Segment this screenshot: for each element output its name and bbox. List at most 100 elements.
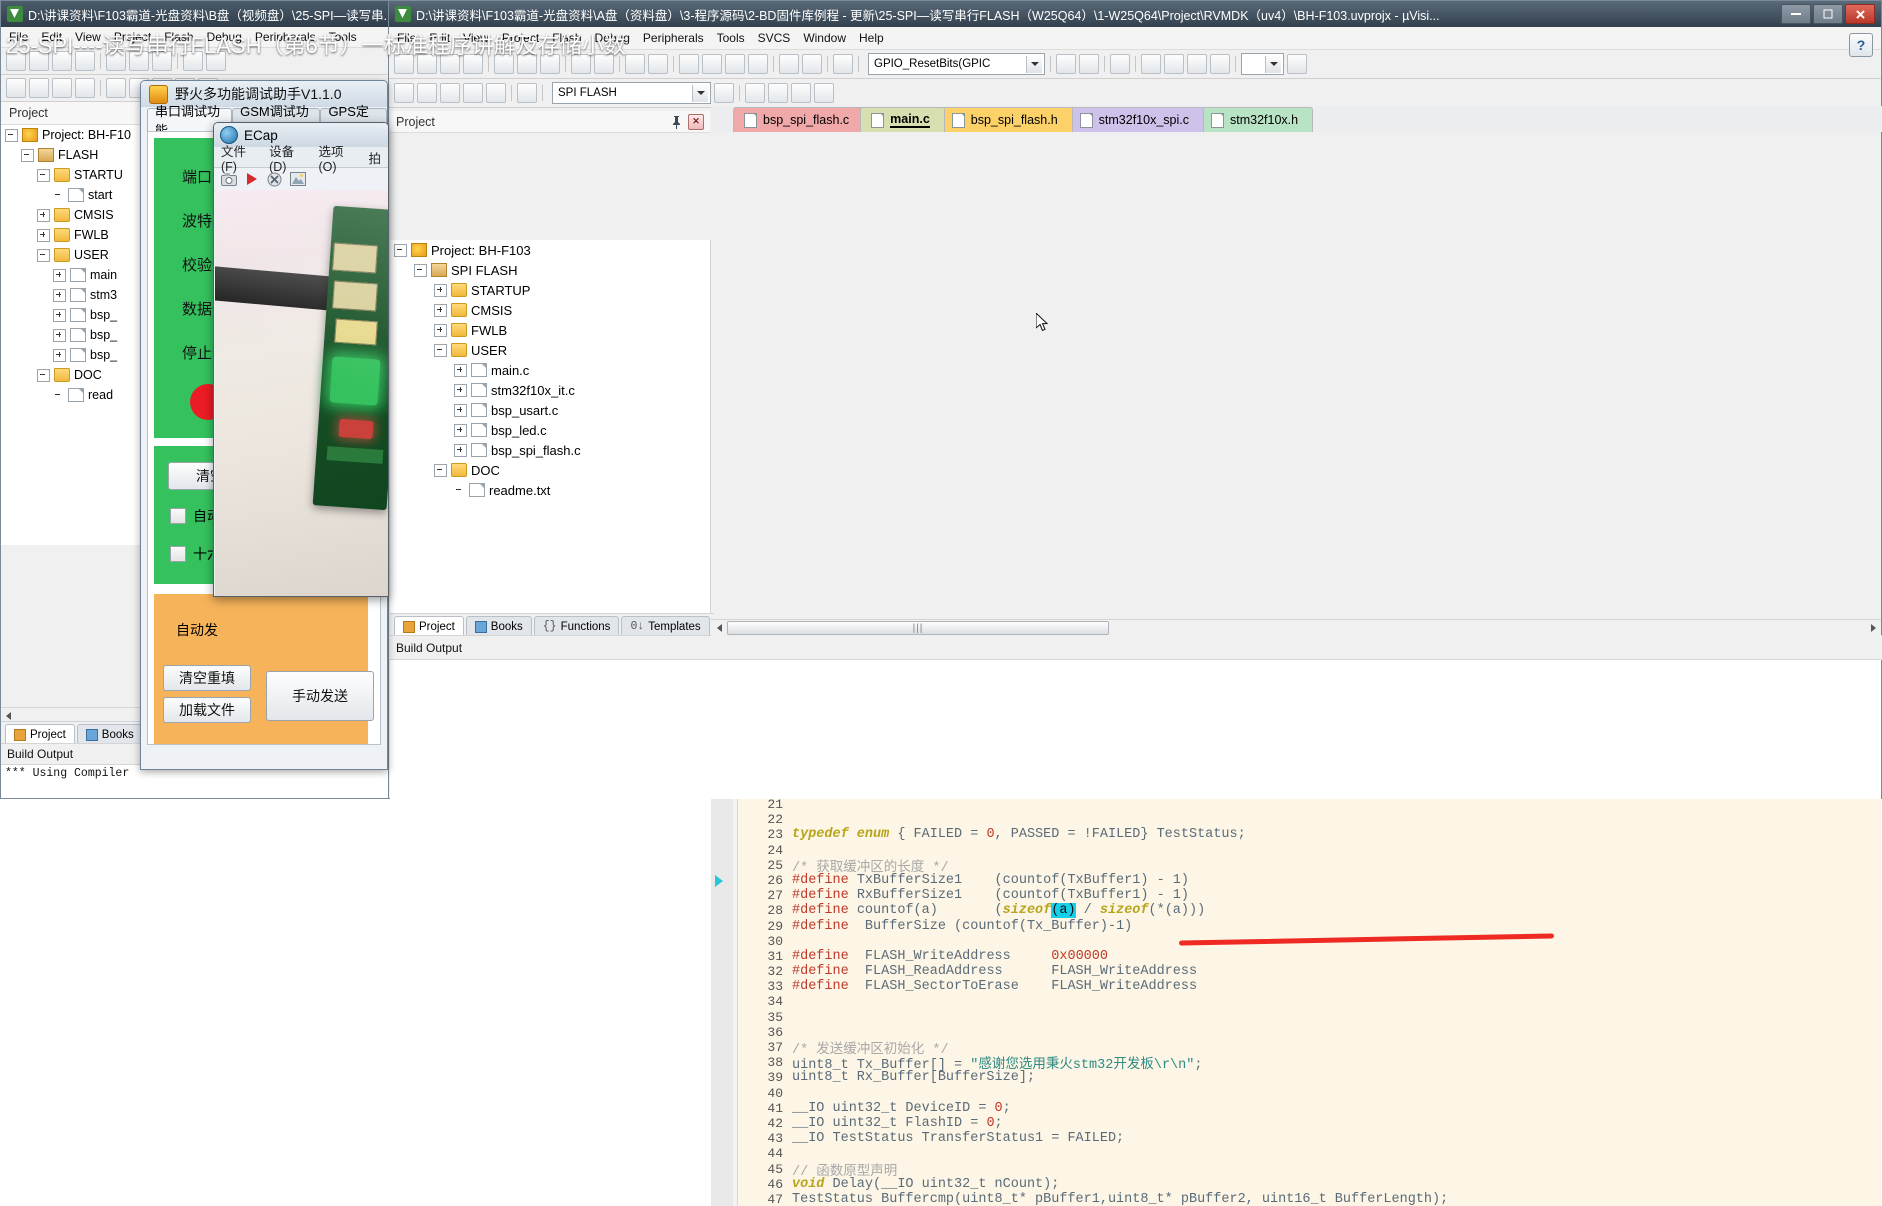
- hex-checkbox[interactable]: [170, 546, 186, 562]
- menu-flash[interactable]: Flash: [164, 30, 193, 44]
- menu-edit[interactable]: Edit: [429, 31, 450, 45]
- expand-icon[interactable]: [434, 283, 447, 297]
- save-icon[interactable]: [440, 54, 460, 74]
- menu-tools[interactable]: Tools: [717, 31, 745, 45]
- new-file-icon[interactable]: [6, 51, 26, 71]
- code-line-25[interactable]: 25/* 获取缓冲区的长度 */: [737, 858, 1881, 876]
- code-line-45[interactable]: 45// 函数原型声明: [737, 1161, 1881, 1180]
- target-combo[interactable]: SPI FLASH: [552, 82, 711, 104]
- window-keil-uvision[interactable]: D:\讲课资料\F103霸道-光盘资料\A盘（资料盘）\3-程序源码\2-BD固…: [388, 0, 1882, 1206]
- build-icon[interactable]: [106, 78, 126, 98]
- navigate-back-icon[interactable]: [625, 54, 645, 74]
- expand-icon[interactable]: [53, 328, 66, 342]
- tree-item-bsp-usart-c[interactable]: bsp_usart.c: [390, 400, 710, 420]
- bookmark-next-icon[interactable]: [29, 78, 49, 98]
- window2-menubar[interactable]: File Edit View Project Flash Debug Perip…: [389, 27, 1881, 57]
- find-in-files-icon[interactable]: [1079, 54, 1099, 74]
- bottom-tab-project[interactable]: Project: [5, 724, 75, 744]
- translate-icon[interactable]: [394, 83, 414, 103]
- batch-build-icon[interactable]: [463, 83, 483, 103]
- open-file-icon[interactable]: [417, 54, 437, 74]
- code-line-31[interactable]: 31 #define FLASH_WriteAddress 0x00000: [737, 949, 1881, 964]
- menu-file[interactable]: 文件(F): [221, 141, 259, 174]
- tree-item-doc[interactable]: DOC: [390, 460, 710, 480]
- scroll-left-arrow-icon[interactable]: [711, 621, 727, 635]
- bottom-tab-templates[interactable]: 0↓ Templates: [621, 616, 710, 636]
- expand-icon[interactable]: [454, 443, 467, 457]
- tree-item-startup[interactable]: STARTUP: [390, 280, 710, 300]
- menu-capture[interactable]: 拍: [368, 148, 381, 167]
- copy-icon[interactable]: [517, 54, 537, 74]
- undo-icon[interactable]: [571, 54, 591, 74]
- code-line-46[interactable]: 46 void Delay(__IO uint32_t nCount);: [737, 1177, 1881, 1192]
- chevron-down-icon[interactable]: [1265, 55, 1281, 73]
- expand-icon[interactable]: [53, 348, 66, 362]
- bookmark-prev-icon[interactable]: [725, 54, 745, 74]
- code-line-23[interactable]: 23 typedef enum { FAILED = 0, PASSED = !F…: [737, 827, 1881, 842]
- menu-flash[interactable]: Flash: [552, 31, 581, 45]
- tree-item-project-bh-f103[interactable]: Project: BH-F103: [390, 240, 710, 260]
- editor-hscrollbar[interactable]: |||: [711, 619, 1881, 636]
- menu-peripherals[interactable]: Peripherals: [255, 30, 316, 44]
- breakpoint-disable-icon[interactable]: [1164, 54, 1184, 74]
- code-line-27[interactable]: 27 #define RxBufferSize1 (countof(TxBuffe…: [737, 888, 1881, 903]
- image-icon[interactable]: [290, 171, 306, 187]
- redo-icon[interactable]: [206, 51, 226, 71]
- code-line-29[interactable]: 29 #define BufferSize (countof(Tx_Buffer)…: [737, 918, 1881, 934]
- manage-run-env-icon[interactable]: [814, 83, 834, 103]
- bookmark-clear-icon[interactable]: [75, 78, 95, 98]
- tree-item-spi-flash[interactable]: SPI FLASH: [390, 260, 710, 280]
- menu-debug[interactable]: Debug: [207, 30, 242, 44]
- code-line-42[interactable]: 42 __IO uint32_t FlashID = 0;: [737, 1116, 1881, 1131]
- collapse-icon[interactable]: [37, 368, 50, 382]
- code-line-39[interactable]: 39 uint8_t Rx_Buffer[BufferSize];: [737, 1070, 1881, 1085]
- collapse-icon[interactable]: [21, 148, 34, 162]
- close-button[interactable]: [1845, 4, 1875, 24]
- tree-item-user[interactable]: USER: [390, 340, 710, 360]
- editor-tab-stm32f10x-h[interactable]: stm32f10x.h: [1199, 107, 1314, 132]
- find-icon[interactable]: [1110, 54, 1130, 74]
- paste-icon[interactable]: [152, 51, 172, 71]
- start-debug-icon[interactable]: [833, 54, 853, 74]
- code-line-26[interactable]: 26 #define TxBufferSize1 (countof(TxBuffe…: [737, 873, 1881, 888]
- code-line-22[interactable]: 22: [737, 812, 1881, 827]
- paste-icon[interactable]: [540, 54, 560, 74]
- code-line-21[interactable]: 21: [737, 797, 1881, 812]
- window2-titlebar[interactable]: D:\讲课资料\F103霸道-光盘资料\A盘（资料盘）\3-程序源码\2-BD固…: [389, 1, 1881, 27]
- code-line-44[interactable]: 44: [737, 1146, 1881, 1161]
- menu-options[interactable]: 选项(O): [318, 141, 358, 174]
- bottom-tab-functions[interactable]: {} Functions: [533, 616, 620, 636]
- code-line-38[interactable]: 38 uint8_t Tx_Buffer[] = "感谢您选用秉火stm32开发板…: [737, 1055, 1881, 1073]
- undo-icon[interactable]: [183, 51, 203, 71]
- multi-project-icon[interactable]: [791, 83, 811, 103]
- insert-bookmark-icon[interactable]: [1056, 54, 1076, 74]
- code-line-47[interactable]: 47 TestStatus Buffercmp(uint8_t* pBuffer1…: [737, 1192, 1881, 1206]
- pack-installer-icon[interactable]: [768, 83, 788, 103]
- redo-icon[interactable]: [594, 54, 614, 74]
- tree-item-main-c[interactable]: main.c: [390, 360, 710, 380]
- editor-tab-strip[interactable]: bsp_spi_flash.c main.c bsp_spi_flash.h s…: [711, 106, 1882, 132]
- editor-tab-bsp-spi-flash-c[interactable]: bsp_spi_flash.c: [733, 107, 865, 132]
- bottom-tab-books[interactable]: Books: [76, 724, 143, 744]
- code-line-33[interactable]: 33 #define FLASH_SectorToErase FLASH_Writ…: [737, 979, 1881, 994]
- tree-item-bsp-spi-flash-c[interactable]: bsp_spi_flash.c: [390, 440, 710, 460]
- copy-icon[interactable]: [129, 51, 149, 71]
- collapse-icon[interactable]: [394, 243, 407, 257]
- collapse-icon[interactable]: [5, 128, 18, 142]
- open-file-icon[interactable]: [29, 51, 49, 71]
- collapse-icon[interactable]: [434, 463, 447, 477]
- scroll-right-arrow-icon[interactable]: [1865, 621, 1881, 635]
- bookmark-next-icon[interactable]: [702, 54, 722, 74]
- cut-icon[interactable]: [106, 51, 126, 71]
- maximize-button[interactable]: [1813, 4, 1843, 24]
- tree-item-stm32f10x-it-c[interactable]: stm32f10x_it.c: [390, 380, 710, 400]
- code-line-41[interactable]: 41 __IO uint32_t DeviceID = 0;: [737, 1101, 1881, 1116]
- play-icon[interactable]: [244, 172, 260, 187]
- indent-icon[interactable]: [779, 54, 799, 74]
- menu-debug[interactable]: Debug: [595, 31, 630, 45]
- auto-checkbox[interactable]: [170, 508, 186, 524]
- bookmark-toggle-icon[interactable]: [679, 54, 699, 74]
- outdent-icon[interactable]: [802, 54, 822, 74]
- window-layout-combo[interactable]: [1241, 53, 1284, 75]
- expand-icon[interactable]: [454, 363, 467, 377]
